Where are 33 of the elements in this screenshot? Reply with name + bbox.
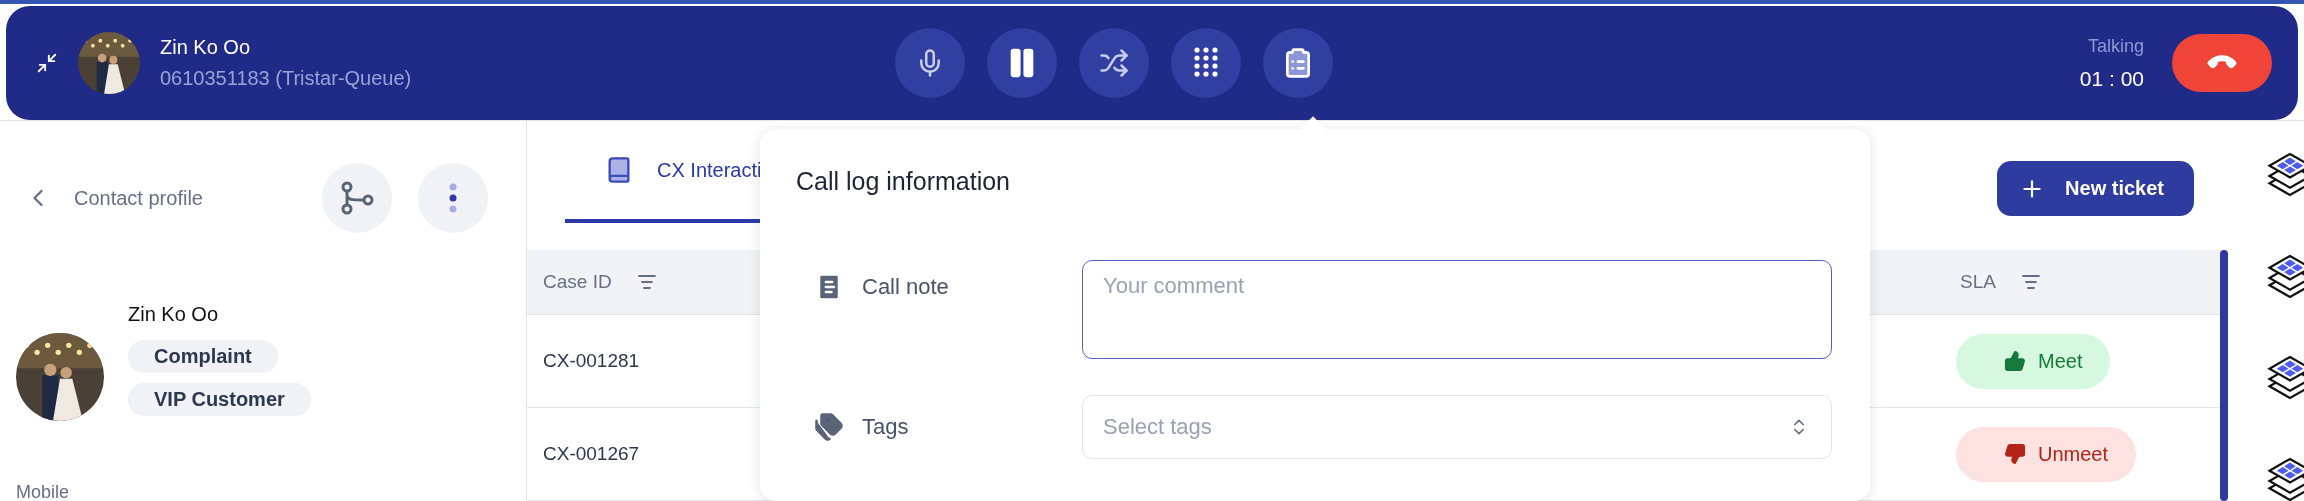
field-label: Call note [862,274,949,300]
filter-icon[interactable] [2021,274,2040,290]
popover-title: Call log information [796,167,1011,196]
scrollbar[interactable] [2220,250,2228,501]
tag-icon [814,412,844,442]
call-status: Talking [2087,35,2144,57]
call-note-field[interactable]: Your comment [1082,260,1832,359]
column-header: SLA [1960,271,1996,293]
back-link[interactable]: Contact profile [24,184,203,212]
caller-number: 0610351183 (Tristar-Queue) [160,67,412,90]
collapse-icon [36,52,58,74]
sla-badge: Unmeet [1956,426,2137,482]
more-icon [449,183,457,213]
column-header: Case ID [543,271,612,293]
thumbs-up-icon [2004,350,2026,372]
dialpad-icon [1193,47,1219,79]
new-ticket-button[interactable]: New ticket [1997,161,2194,216]
caller-name: Zin Ko Oo [160,36,252,59]
contact-name: Zin Ko Oo [128,302,219,326]
tag-chip: Complaint [128,339,278,373]
shuffle-icon [1099,48,1129,78]
filter-icon[interactable] [637,274,656,290]
branch-icon [340,181,374,215]
call-timer: 01 : 00 [2079,66,2144,91]
table-cell: CX-001267 [543,443,640,465]
collapse-button[interactable] [36,52,58,74]
field-label: Tags [862,414,909,440]
field-label: Mobile [16,483,71,501]
table-cell: CX-001281 [543,350,640,372]
thumbs-down-icon [2004,443,2026,465]
hang-up-button[interactable] [2172,34,2272,92]
tag-chip: VIP Customer [128,382,311,416]
sla-badge: Meet [1956,333,2111,389]
